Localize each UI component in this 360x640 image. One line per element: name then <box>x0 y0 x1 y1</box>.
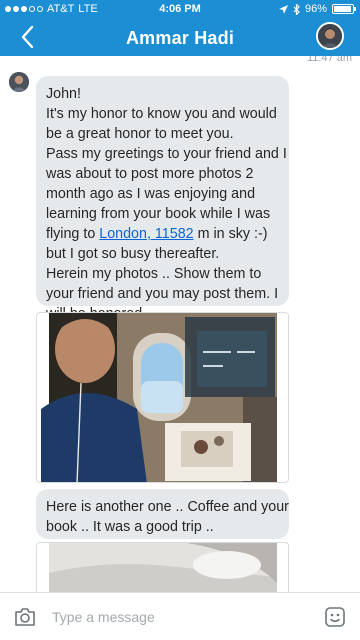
sender-avatar[interactable] <box>9 72 29 92</box>
battery-percent: 96% <box>304 3 327 15</box>
message-line: book .. It was a good trip .. <box>46 519 214 535</box>
message-line: month ago as I was enjoying and <box>46 186 256 202</box>
status-bar: AT&T LTE 4:06 PM 96% <box>0 0 360 18</box>
message-line: John! <box>46 86 81 102</box>
link-prefix: flying to <box>46 226 100 242</box>
message-bubble[interactable]: John! It's my honor to know you and woul… <box>36 76 289 322</box>
airplane-selfie-photo <box>37 313 288 482</box>
message-line-with-link: flying to London, 11582 m in sky :-) <box>46 224 279 244</box>
contact-avatar[interactable] <box>316 22 344 50</box>
photo-attachment[interactable] <box>36 542 289 592</box>
message-line: Here is another one .. Coffee and your <box>46 499 289 515</box>
battery-icon <box>332 4 356 14</box>
location-arrow-icon <box>278 4 288 14</box>
sender-photo <box>9 72 29 92</box>
conversation-title[interactable]: Ammar Hadi <box>80 28 280 49</box>
message-timestamp: 11:47 am <box>306 56 352 64</box>
camera-icon[interactable] <box>14 607 36 627</box>
location-link[interactable]: London, 11582 <box>99 226 193 242</box>
photo-attachment[interactable] <box>36 312 289 483</box>
message-line: be a great honor to meet you. <box>46 126 234 142</box>
emoji-icon[interactable] <box>325 607 345 627</box>
message-line: It's my honor to know you and would <box>46 106 277 122</box>
status-right: 96% <box>278 3 356 15</box>
message-line: Herein my photos .. Show them to <box>46 266 262 282</box>
contact-photo <box>318 24 342 48</box>
message-bubble[interactable]: Here is another one .. Coffee and your b… <box>36 489 289 539</box>
back-chevron-icon[interactable] <box>18 25 38 49</box>
bluetooth-icon <box>293 3 300 15</box>
message-line: Pass my greetings to your friend and I <box>46 146 287 162</box>
chat-header: AT&T LTE 4:06 PM 96% Ammar Hadi <box>0 0 360 56</box>
message-list[interactable]: 11:47 am John! It's my honor to know you… <box>0 56 360 592</box>
message-line: your friend and you may post them. I <box>46 286 279 302</box>
link-suffix: m in sky :-) <box>193 226 268 242</box>
message-line: learning from your book while I was <box>46 206 271 222</box>
message-line: but I got so busy thereafter. <box>46 246 220 262</box>
message-composer <box>0 592 360 640</box>
message-line: was about to post more photos 2 <box>46 166 254 182</box>
airplane-window-photo <box>37 543 288 592</box>
message-input[interactable] <box>52 605 302 629</box>
